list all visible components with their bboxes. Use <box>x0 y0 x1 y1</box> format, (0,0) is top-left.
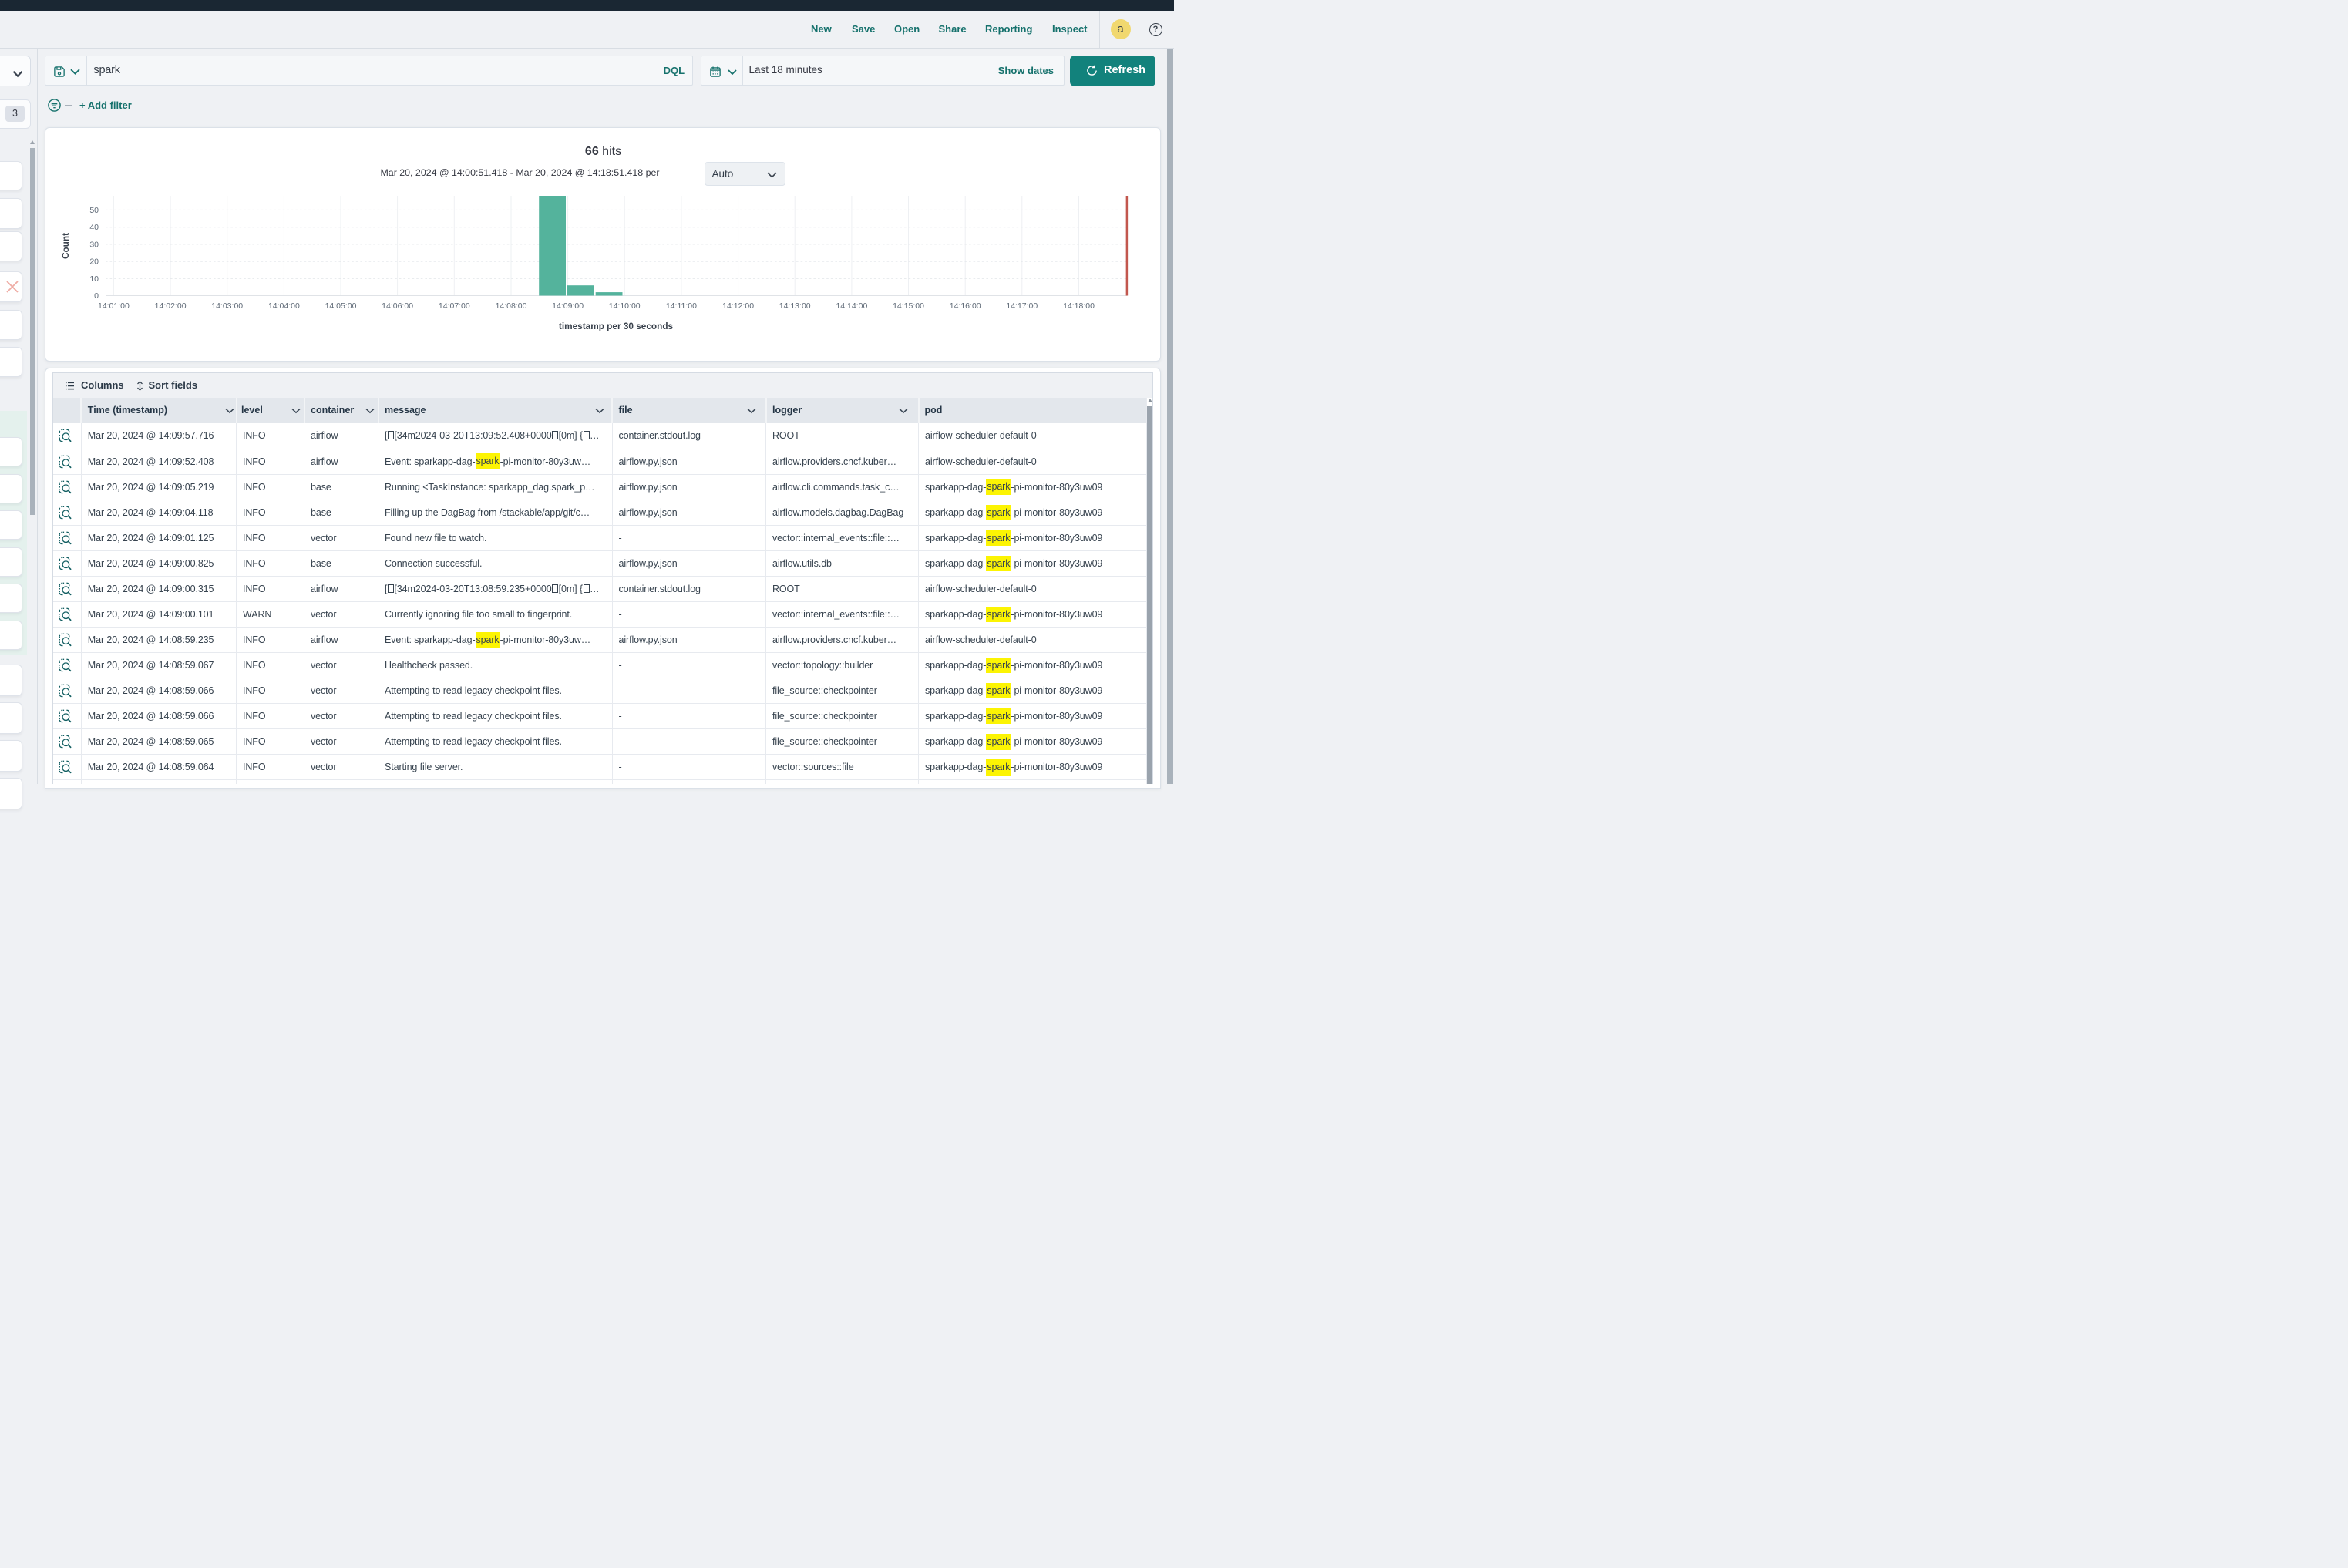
svg-text:14:08:00: 14:08:00 <box>495 301 526 311</box>
svg-text:14:14:00: 14:14:00 <box>836 301 867 311</box>
svg-text:0: 0 <box>94 291 99 301</box>
svg-text:20: 20 <box>89 257 99 267</box>
svg-text:14:05:00: 14:05:00 <box>325 301 356 311</box>
svg-text:14:06:00: 14:06:00 <box>382 301 413 311</box>
svg-text:14:13:00: 14:13:00 <box>779 301 810 311</box>
svg-text:timestamp per 30 seconds: timestamp per 30 seconds <box>558 321 673 331</box>
svg-text:30: 30 <box>89 240 99 249</box>
svg-text:14:01:00: 14:01:00 <box>97 301 129 311</box>
svg-text:14:15:00: 14:15:00 <box>893 301 924 311</box>
svg-text:Count: Count <box>60 233 71 259</box>
svg-text:40: 40 <box>89 223 99 232</box>
svg-text:50: 50 <box>89 206 99 215</box>
svg-text:14:10:00: 14:10:00 <box>608 301 640 311</box>
svg-text:10: 10 <box>89 274 99 284</box>
svg-text:14:17:00: 14:17:00 <box>1006 301 1038 311</box>
svg-text:14:11:00: 14:11:00 <box>665 301 696 311</box>
svg-text:14:16:00: 14:16:00 <box>949 301 981 311</box>
svg-text:14:18:00: 14:18:00 <box>1063 301 1095 311</box>
svg-text:14:04:00: 14:04:00 <box>267 301 299 311</box>
svg-text:14:02:00: 14:02:00 <box>154 301 186 311</box>
svg-text:14:07:00: 14:07:00 <box>438 301 469 311</box>
svg-text:14:09:00: 14:09:00 <box>552 301 584 311</box>
svg-text:14:12:00: 14:12:00 <box>722 301 754 311</box>
svg-text:14:03:00: 14:03:00 <box>211 301 243 311</box>
